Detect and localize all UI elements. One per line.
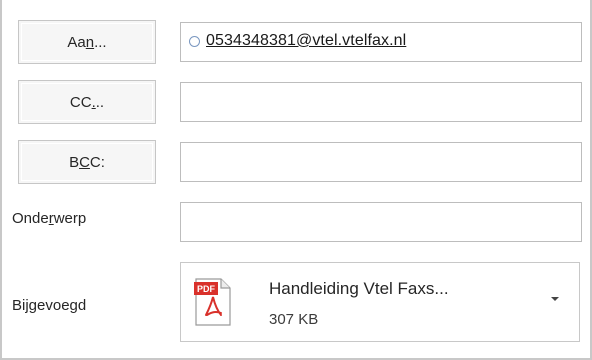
to-button[interactable]: Aan... bbox=[18, 20, 156, 64]
message-header-panel: Aan... 0534348381@vtel.vtelfax.nl CC... … bbox=[0, 0, 592, 360]
to-button-label: Aan... bbox=[67, 33, 107, 51]
attachment-name: Handleiding Vtel Faxs... bbox=[269, 279, 449, 298]
to-field[interactable]: 0534348381@vtel.vtelfax.nl bbox=[180, 22, 582, 62]
pdf-icon-label: PDF bbox=[197, 284, 216, 294]
attachments-label: Bijgevoegd bbox=[12, 297, 87, 314]
recipient-address[interactable]: 0534348381@vtel.vtelfax.nl bbox=[206, 32, 406, 50]
bcc-button-label: BCC: bbox=[69, 153, 105, 171]
subject-field[interactable] bbox=[180, 202, 582, 242]
chevron-down-icon[interactable] bbox=[551, 297, 559, 301]
pdf-icon: PDF bbox=[194, 278, 231, 326]
bcc-field[interactable] bbox=[180, 142, 582, 182]
attachment-size: 307 KB bbox=[269, 311, 319, 328]
recipient-chip[interactable]: 0534348381@vtel.vtelfax.nl bbox=[189, 32, 406, 50]
cc-button[interactable]: CC... bbox=[18, 80, 156, 124]
cc-button-label: CC... bbox=[69, 93, 105, 111]
bcc-button[interactable]: BCC: bbox=[18, 140, 156, 184]
cc-field[interactable] bbox=[180, 82, 582, 122]
subject-label: Onderwerp bbox=[12, 210, 87, 227]
presence-status-icon bbox=[189, 35, 200, 47]
attachment-item[interactable]: PDF Handleiding Vtel Faxs... 307 KB bbox=[180, 262, 580, 342]
